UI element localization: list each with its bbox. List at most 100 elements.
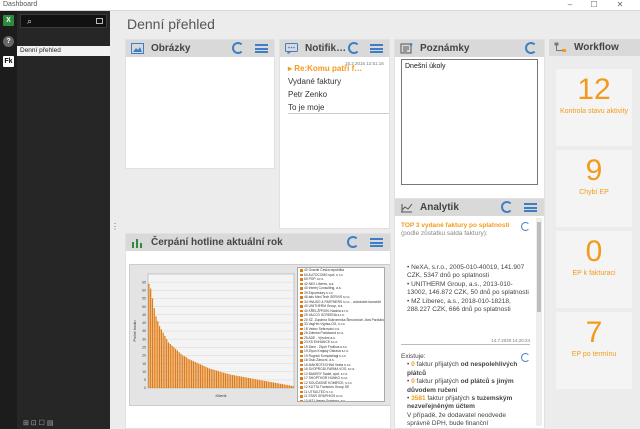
bar: [180, 353, 182, 388]
menu-icon[interactable]: [370, 44, 383, 53]
notification-list: Re:Komu patří f… Vydané faktury Petr Zen…: [288, 62, 389, 114]
bar: [189, 359, 191, 388]
bar: [169, 344, 171, 388]
bar: [262, 380, 264, 388]
menu-icon[interactable]: [255, 44, 268, 53]
y-tick-label: 15: [142, 362, 146, 366]
notes-textarea[interactable]: Dnešní úkoly: [401, 59, 538, 185]
bar: [233, 375, 235, 388]
workflow-item[interactable]: 12 Kontrola stavu aktivity: [556, 69, 632, 146]
excel-icon[interactable]: X: [3, 15, 14, 26]
expand-icon[interactable]: [96, 18, 103, 24]
notification-item[interactable]: Petr Zenko: [288, 88, 389, 101]
bar: [167, 342, 170, 388]
bar: [171, 345, 173, 388]
analytik-intro: Existuje:: [401, 353, 426, 360]
y-tick-label: 0: [144, 386, 146, 390]
bar: [224, 373, 227, 388]
bar: [166, 339, 168, 388]
bar: [198, 363, 200, 388]
sidebar-item-denni-prehled[interactable]: Denní přehled: [17, 46, 110, 56]
panel-header: Workflow: [549, 39, 640, 56]
bar-chart-icon: [132, 239, 142, 248]
search-input[interactable]: ⌕: [20, 14, 107, 28]
bar: [160, 329, 162, 388]
bar: [215, 370, 218, 388]
refresh-icon[interactable]: [347, 236, 359, 248]
workflow-item[interactable]: 7 EP po termínu: [556, 312, 632, 389]
maximize-button[interactable]: ☐: [584, 0, 604, 11]
refresh-icon[interactable]: [525, 42, 537, 54]
bar: [150, 288, 152, 388]
y-tick-label: 20: [142, 354, 146, 358]
bar: [201, 365, 203, 388]
refresh-icon[interactable]: [501, 201, 513, 213]
refresh-icon[interactable]: [521, 222, 530, 231]
workflow-item[interactable]: 9 Chybí EP: [556, 150, 632, 227]
analytics-icon: [401, 203, 413, 213]
bar: [256, 379, 259, 388]
bar: [290, 385, 292, 388]
sidepanel-toolbar[interactable]: ⊞ ⊡ ☐ ▤: [23, 419, 53, 427]
bar: [247, 377, 250, 388]
bar: [158, 326, 161, 388]
scrollbar-thumb[interactable]: [537, 222, 541, 312]
bar: [199, 364, 202, 388]
image-icon: [131, 43, 144, 54]
analytik-heading-rest: (podle zůstatku salda faktury):: [401, 230, 488, 238]
bar: [155, 316, 157, 388]
bar: [263, 380, 266, 388]
fk-icon[interactable]: Fk: [3, 56, 14, 67]
bar: [246, 377, 248, 388]
panel-title: Obrázky: [151, 43, 191, 54]
y-tick-label: 60: [142, 288, 146, 292]
panel-title: Workflow: [574, 42, 619, 53]
bar: [194, 361, 196, 388]
workflow-item[interactable]: 0 EP k fakturaci: [556, 231, 632, 308]
dashboard-main: Denní přehled Obrázky Notifik… 15.2.2016…: [117, 11, 640, 429]
panel-header: Poznámky: [395, 40, 544, 57]
bar: [253, 378, 255, 388]
bar: [223, 372, 225, 388]
menu-icon[interactable]: [524, 203, 537, 212]
navigation-panel: ⌕ ☰ ⊞ ⊡ ☐ ▤: [17, 11, 110, 429]
bar: [148, 283, 150, 388]
bar: [244, 377, 246, 388]
notification-item[interactable]: To je moje: [288, 101, 389, 114]
bar: [269, 381, 271, 388]
refresh-icon[interactable]: [232, 42, 244, 54]
bar: [265, 381, 268, 388]
images-panel: Obrázky: [125, 39, 275, 169]
bar: [219, 371, 221, 388]
bar: [210, 368, 212, 388]
list-item: 0 faktur přijatých od plátců s jiným dův…: [407, 378, 530, 395]
bar: [239, 376, 241, 388]
notification-item[interactable]: Re:Komu patří f…: [288, 62, 389, 75]
bar: [276, 383, 278, 388]
bar: [240, 376, 243, 388]
minimize-button[interactable]: –: [560, 0, 580, 11]
refresh-icon[interactable]: [348, 42, 360, 54]
notification-item[interactable]: Vydané faktury: [288, 75, 389, 88]
bar: [281, 384, 284, 388]
bar: [217, 371, 219, 388]
chat-icon: [285, 43, 298, 54]
close-button[interactable]: ✕: [610, 0, 630, 11]
bar: [176, 350, 179, 388]
bar: [190, 360, 193, 388]
menu-icon[interactable]: [370, 238, 383, 247]
scrollbar[interactable]: [536, 218, 542, 426]
bar: [164, 335, 166, 388]
bar: [196, 362, 198, 388]
analytik-invoice-list: NeXA, s.r.o., 2005-010-40019, 141.907 CZ…: [401, 264, 530, 314]
bar: [274, 382, 276, 388]
panel-header: Notifik…: [280, 40, 389, 57]
help-icon[interactable]: ?: [3, 36, 14, 47]
workflow-label: EP po termínu: [571, 351, 617, 358]
chart-frame: 0 5 10 15 20 25 30 35 40 45 50 55 60 65 Klienti Počet h…: [129, 264, 390, 406]
bar: [212, 369, 214, 388]
bar: [221, 372, 223, 388]
bar: [287, 385, 289, 388]
bar: [185, 357, 187, 388]
bar: [187, 358, 189, 388]
